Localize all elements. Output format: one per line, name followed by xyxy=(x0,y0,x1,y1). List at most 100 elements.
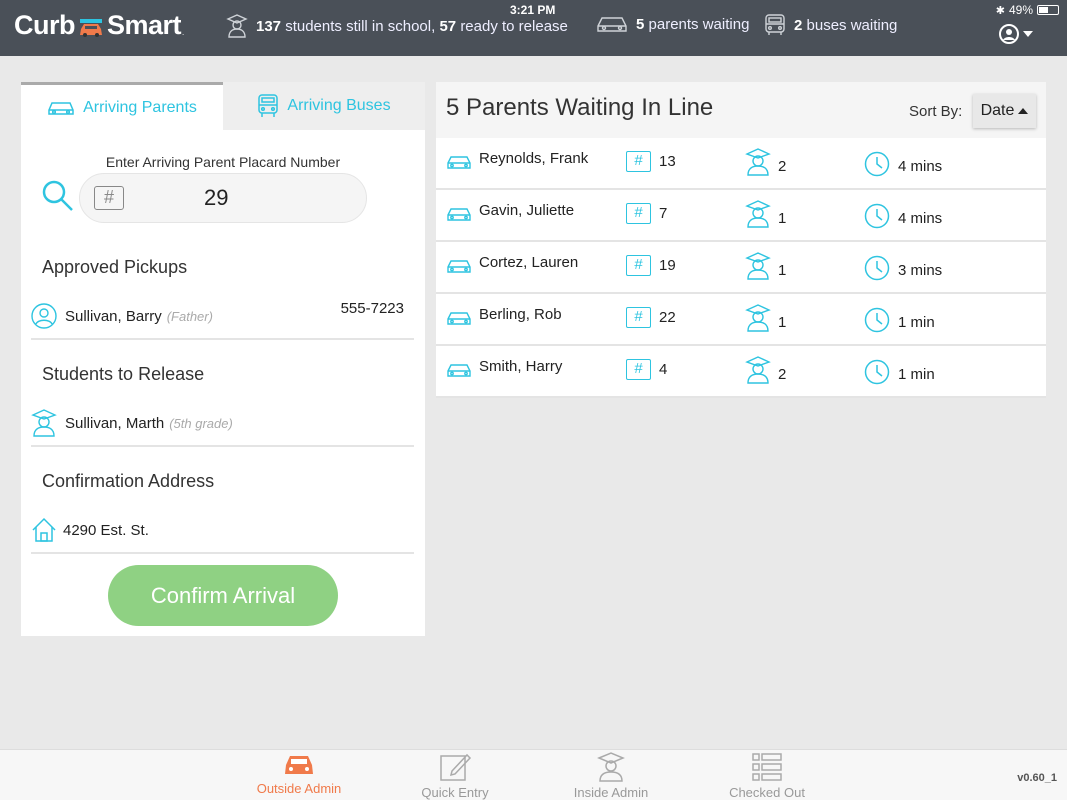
wait-time: 1 min xyxy=(898,314,935,331)
students-text: students still in school, xyxy=(285,17,436,35)
waiting-list-title: 5 Parents Waiting In Line xyxy=(446,94,714,121)
bus-icon xyxy=(765,14,785,35)
waiting-row[interactable]: Gavin, Juliette # 7 1 4 mins xyxy=(436,190,1046,242)
list-icon xyxy=(752,753,782,781)
placard-number: 13 xyxy=(659,153,676,170)
arrival-tabs: Arriving Parents Arriving Buses xyxy=(21,82,425,130)
buses-text: buses waiting xyxy=(806,16,898,34)
pickup-relation: (Father) xyxy=(166,308,213,324)
nav-quick-entry[interactable]: Quick Entry xyxy=(400,752,510,800)
car-icon xyxy=(447,260,471,273)
sort-dropdown[interactable]: Date xyxy=(973,94,1036,128)
wait-time: 1 min xyxy=(898,366,935,383)
logo-trademark: . xyxy=(182,28,184,37)
address-row: 4290 Est. St. xyxy=(31,508,414,554)
placard-number: 19 xyxy=(659,257,676,274)
placard-number: 4 xyxy=(659,361,668,378)
user-avatar-icon xyxy=(999,24,1019,44)
hash-icon: # xyxy=(626,203,651,224)
logo-text-curb: Curb xyxy=(14,10,76,40)
waiting-list-panel: 5 Parents Waiting In Line Sort By: Date … xyxy=(436,82,1046,398)
person-icon xyxy=(31,303,57,329)
graduate-icon xyxy=(745,200,771,228)
tab-arriving-buses[interactable]: Arriving Buses xyxy=(223,82,425,130)
sort-label: Sort By: xyxy=(909,103,963,120)
wait-time: 4 mins xyxy=(898,210,943,227)
placard-label: Enter Arriving Parent Placard Number xyxy=(105,154,341,170)
confirmation-address-title: Confirmation Address xyxy=(42,471,215,491)
hash-icon: # xyxy=(626,151,651,172)
user-menu-button[interactable] xyxy=(999,24,1033,44)
nav-checked-out[interactable]: Checked Out xyxy=(712,752,822,800)
hash-icon: # xyxy=(626,255,651,276)
app-logo: Curb Smart . xyxy=(14,10,184,41)
graduate-icon xyxy=(597,752,625,782)
edit-icon xyxy=(440,753,472,781)
car-icon xyxy=(447,364,471,377)
student-row: Sullivan, Marth (5th grade) xyxy=(31,401,414,447)
search-icon[interactable] xyxy=(40,178,76,219)
waiting-list: Reynolds, Frank # 13 2 4 mins Gavin, Jul… xyxy=(436,138,1046,398)
waiting-row[interactable]: Smith, Harry # 4 2 1 min xyxy=(436,346,1046,398)
placard-number: 22 xyxy=(659,309,676,326)
app-version: v0.60_1 xyxy=(1017,772,1057,784)
waiting-row[interactable]: Cortez, Lauren # 19 1 3 mins xyxy=(436,242,1046,294)
graduate-icon xyxy=(745,356,771,384)
graduate-icon xyxy=(745,252,771,280)
hash-icon: # xyxy=(626,307,651,328)
nav-inside-admin[interactable]: Inside Admin xyxy=(556,752,666,800)
clock-icon xyxy=(864,307,890,333)
buses-count: 2 xyxy=(794,16,803,34)
buses-stat: 2 buses waiting xyxy=(764,14,897,36)
parent-name: Reynolds, Frank xyxy=(479,150,589,167)
sort-ascending-icon xyxy=(1018,108,1029,114)
parents-text: parents waiting xyxy=(648,15,750,33)
student-count: 1 xyxy=(778,210,787,227)
car-icon xyxy=(48,101,74,115)
clock-icon xyxy=(864,151,890,177)
parent-name: Gavin, Juliette xyxy=(479,202,575,219)
approved-pickups-title: Approved Pickups xyxy=(42,257,188,277)
battery-icon xyxy=(1037,5,1059,15)
arrival-panel: Arriving Parents Arriving Buses Enter Ar… xyxy=(21,82,425,636)
ready-count: 57 xyxy=(439,17,457,35)
clock-icon xyxy=(864,359,890,385)
student-count: 2 xyxy=(778,366,787,383)
caret-down-icon xyxy=(1023,31,1033,37)
student-name: Sullivan, Marth xyxy=(65,414,165,432)
tab-arriving-parents[interactable]: Arriving Parents xyxy=(21,82,223,130)
students-stat: 137 students still in school, 57 ready t… xyxy=(226,14,568,38)
waiting-row[interactable]: Berling, Rob # 22 1 1 min xyxy=(436,294,1046,346)
placard-input[interactable]: # 29 xyxy=(79,173,367,223)
graduate-icon xyxy=(745,148,771,176)
house-icon xyxy=(32,517,56,542)
car-icon xyxy=(285,756,313,774)
waiting-row[interactable]: Reynolds, Frank # 13 2 4 mins xyxy=(436,138,1046,190)
student-count: 1 xyxy=(778,314,787,331)
ready-text: ready to release xyxy=(460,17,568,35)
hash-icon: # xyxy=(626,359,651,380)
parents-stat: 5 parents waiting xyxy=(596,14,749,34)
clock-icon xyxy=(864,255,890,281)
nav-outside-admin[interactable]: Outside Admin xyxy=(244,752,354,796)
car-icon xyxy=(447,312,471,325)
confirm-arrival-button[interactable]: Confirm Arrival xyxy=(108,565,338,626)
parent-name: Berling, Rob xyxy=(479,306,562,323)
placard-value: 29 xyxy=(204,185,229,210)
battery-percent: 49% xyxy=(1008,3,1033,17)
students-to-release-title: Students to Release xyxy=(42,364,205,384)
pickup-row: Sullivan, Barry (Father) 555-7223 xyxy=(31,294,414,340)
nav-label: Checked Out xyxy=(729,785,805,800)
parents-count: 5 xyxy=(636,15,645,33)
nav-label: Outside Admin xyxy=(256,781,342,796)
wait-time: 3 mins xyxy=(898,262,943,279)
bluetooth-icon: ✱ xyxy=(995,4,1005,17)
wait-time: 4 mins xyxy=(898,158,943,175)
placard-number: 7 xyxy=(659,205,668,222)
nav-label: Inside Admin xyxy=(573,785,649,800)
students-count: 137 xyxy=(256,17,282,35)
hash-icon: # xyxy=(94,186,124,210)
logo-text-smart: Smart xyxy=(107,10,182,40)
waiting-list-header: 5 Parents Waiting In Line Sort By: Date xyxy=(436,82,1046,138)
nav-label: Quick Entry xyxy=(421,785,489,800)
